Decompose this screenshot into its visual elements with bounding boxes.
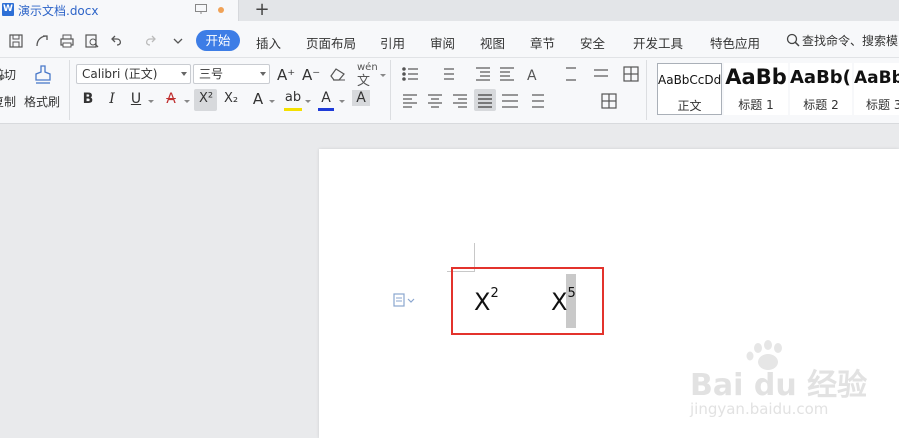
style-heading-3-name: 标题 3 xyxy=(866,98,899,112)
strikethrough-dropdown-icon[interactable] xyxy=(184,100,190,103)
strikethrough-button[interactable]: A xyxy=(163,91,179,107)
menu-security[interactable]: 安全 xyxy=(580,33,605,52)
baidu-jingyan-watermark: Bai du 经验 jingyan.baidu.com xyxy=(690,340,890,430)
style-gallery: AaBbCcDd 正文 AaBb 标题 1 AaBb( 标题 2 AaBb 标题… xyxy=(657,63,899,118)
style-normal-sample: AaBbCcDd xyxy=(658,73,721,87)
format-painter-icon[interactable] xyxy=(32,64,54,88)
font-size-value: 三号 xyxy=(199,67,224,81)
style-heading-2-sample: AaBb( xyxy=(790,67,851,88)
paragraph-handle-icon[interactable] xyxy=(393,293,415,307)
new-tab-button[interactable]: + xyxy=(252,0,272,20)
highlight-button[interactable]: ab xyxy=(284,90,302,105)
underline-button[interactable]: U xyxy=(128,91,144,107)
italic-button[interactable]: I xyxy=(104,91,120,107)
unsaved-dot-icon xyxy=(218,7,224,13)
style-normal[interactable]: AaBbCcDd 正文 xyxy=(657,63,722,115)
format-painter-button[interactable]: 格式刷 xyxy=(24,93,60,110)
char-shading-button[interactable]: A xyxy=(352,90,370,106)
watermark-url: jingyan.baidu.com xyxy=(690,400,829,418)
chevron-down-icon xyxy=(260,72,266,76)
font-color-dropdown-icon[interactable] xyxy=(339,100,345,103)
document-tab-title: 演示文档.docx xyxy=(18,4,99,18)
subscript-button[interactable]: X₂ xyxy=(221,91,241,106)
style-heading-3-sample: AaBb xyxy=(854,68,899,88)
print-icon[interactable] xyxy=(59,33,75,49)
output-pdf-icon[interactable] xyxy=(34,33,50,49)
annotation-highlight-box xyxy=(451,267,604,335)
wps-writer-icon: W xyxy=(2,3,14,16)
text-effect-button[interactable]: A xyxy=(250,90,266,108)
menu-bar: 开始 插入 页面布局 引用 审阅 视图 章节 安全 开发工具 特色应用 查找命令… xyxy=(0,21,899,65)
menu-section[interactable]: 章节 xyxy=(530,33,555,52)
style-heading-2[interactable]: AaBb( 标题 2 xyxy=(790,63,852,115)
group-separator xyxy=(69,60,70,120)
menu-references[interactable]: 引用 xyxy=(380,33,405,52)
underline-dropdown-icon[interactable] xyxy=(148,100,154,103)
customize-toolbar-icon[interactable] xyxy=(170,33,186,49)
shrink-font-button[interactable]: A⁻ xyxy=(302,66,320,84)
highlight-color-bar xyxy=(284,108,302,111)
font-family-select[interactable]: Calibri (正文) xyxy=(76,64,191,84)
style-heading-1[interactable]: AaBb 标题 1 xyxy=(724,63,788,115)
menu-start[interactable]: 开始 xyxy=(196,30,240,51)
display-icon[interactable] xyxy=(195,4,207,14)
print-preview-icon[interactable] xyxy=(84,33,100,49)
ribbon-toolbar: 剪切 复制 格式刷 Calibri (正文) 三号 A⁺ A⁻ wén 文 B … xyxy=(0,58,899,124)
font-size-select[interactable]: 三号 xyxy=(193,64,270,84)
font-color-bar xyxy=(318,108,334,111)
style-heading-1-sample: AaBb xyxy=(725,65,787,89)
style-normal-name: 正文 xyxy=(677,99,702,113)
svg-text:A: A xyxy=(527,68,537,83)
menu-developer-tools[interactable]: 开发工具 xyxy=(633,33,683,52)
phonetic-dropdown-icon[interactable] xyxy=(380,74,386,77)
redo-icon[interactable] xyxy=(142,33,158,49)
bold-button[interactable]: B xyxy=(80,91,96,107)
title-tab-bar: W 演示文档.docx + xyxy=(0,0,899,21)
group-separator xyxy=(646,60,647,120)
style-heading-2-name: 标题 2 xyxy=(803,98,839,112)
search-icon xyxy=(786,33,800,47)
save-icon[interactable] xyxy=(8,33,24,49)
menu-view[interactable]: 视图 xyxy=(480,33,505,52)
chevron-down-icon xyxy=(181,72,187,76)
menu-review[interactable]: 审阅 xyxy=(430,33,455,52)
clear-format-icon[interactable] xyxy=(330,67,346,81)
group-separator xyxy=(390,60,391,120)
superscript-button[interactable]: X² xyxy=(196,91,216,106)
menu-special-apps[interactable]: 特色应用 xyxy=(710,33,760,52)
font-family-value: Calibri (正文) xyxy=(82,67,158,81)
paragraph-row-1-icons[interactable]: A xyxy=(400,65,640,83)
watermark-brand: Bai du 经验 xyxy=(690,368,868,403)
highlight-dropdown-icon[interactable] xyxy=(305,100,311,103)
undo-icon[interactable] xyxy=(109,33,125,49)
style-heading-1-name: 标题 1 xyxy=(738,98,774,112)
menu-page-layout[interactable]: 页面布局 xyxy=(306,33,356,52)
cut-button[interactable]: 剪切 xyxy=(0,66,16,83)
style-heading-3[interactable]: AaBb 标题 3 xyxy=(854,63,899,115)
text-effect-dropdown-icon[interactable] xyxy=(269,100,275,103)
grow-font-button[interactable]: A⁺ xyxy=(277,66,295,84)
justify-icon[interactable] xyxy=(477,92,493,110)
phonetic-guide-button[interactable]: wén 文 xyxy=(357,62,378,89)
menu-insert[interactable]: 插入 xyxy=(256,33,281,52)
copy-button[interactable]: 复制 xyxy=(0,93,16,110)
paragraph-row-2-icons[interactable] xyxy=(402,92,627,110)
font-color-button[interactable]: A xyxy=(318,90,334,106)
document-tab[interactable]: W 演示文档.docx xyxy=(0,0,239,21)
command-search-placeholder: 查找命令、搜索模 xyxy=(802,34,899,48)
